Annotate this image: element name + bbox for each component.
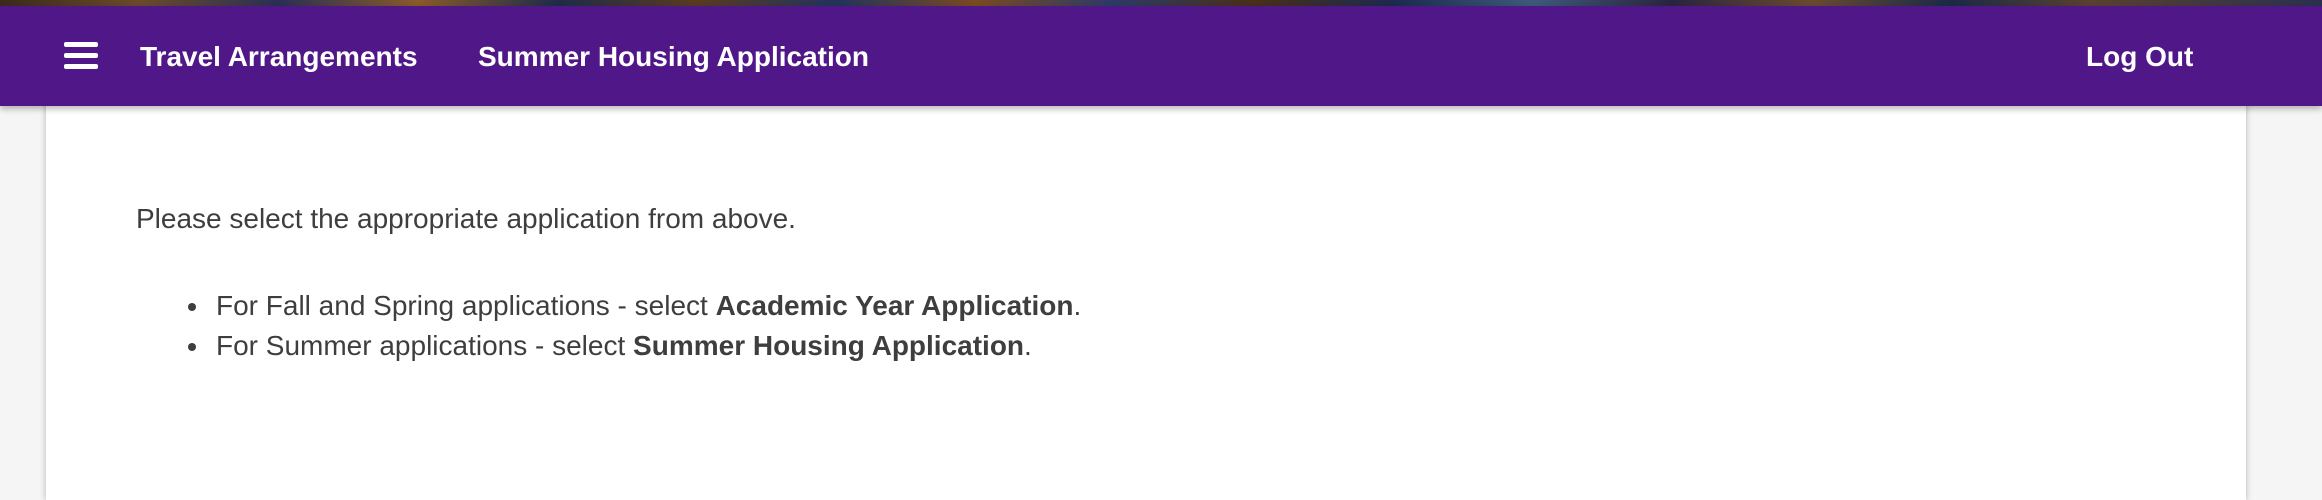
nav-travel-arrangements-link[interactable]: Travel Arrangements (140, 40, 418, 74)
instruction-emphasis: Academic Year Application (715, 290, 1074, 321)
instructions-list: For Fall and Spring applications - selec… (136, 286, 1081, 366)
nav-summer-housing-application-link[interactable]: Summer Housing Application (478, 40, 869, 74)
instruction-prefix: For Summer applications - select (216, 330, 634, 361)
instruction-prefix: For Fall and Spring applications - selec… (216, 290, 716, 321)
top-navbar: Travel Arrangements Summer Housing Appli… (0, 6, 2322, 106)
logout-link[interactable]: Log Out (2086, 40, 2193, 74)
intro-text: Please select the appropriate applicatio… (136, 203, 796, 234)
bullet-icon (188, 303, 196, 311)
menu-bar (64, 42, 98, 47)
instruction-suffix: . (1073, 290, 1082, 321)
instruction-suffix: . (1024, 330, 1032, 361)
list-item: For Fall and Spring applications - selec… (136, 286, 1081, 326)
hamburger-menu-icon[interactable] (62, 40, 102, 72)
content-card: Please select the appropriate applicatio… (46, 100, 2246, 500)
menu-bar (64, 53, 98, 58)
menu-bar (64, 64, 98, 69)
bullet-icon (188, 343, 196, 351)
instruction-emphasis: Summer Housing Application (633, 330, 1025, 361)
list-item: For Summer applications - select Summer … (136, 326, 1081, 366)
